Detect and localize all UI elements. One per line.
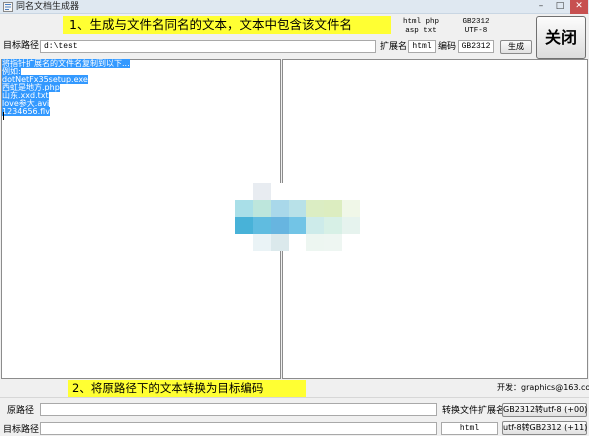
extension-hint-line1: html php xyxy=(402,18,439,26)
encoding-input[interactable]: GB2312 xyxy=(458,40,494,53)
mosaic-cell xyxy=(324,183,343,200)
instruction-banner-1: 1、生成与文件名同名的文本，文本中包含该文件名 xyxy=(63,16,391,34)
mosaic-cell xyxy=(306,234,325,251)
text-caret xyxy=(3,112,4,120)
mosaic-cell xyxy=(324,217,343,234)
mosaic-cell xyxy=(235,234,253,251)
instruction-banner-2: 2、将原路径下的文本转换为目标编码 xyxy=(68,380,306,397)
mosaic-cell xyxy=(252,200,271,217)
mosaic-cell xyxy=(288,200,307,217)
encoding-hint: GB2312 UTF-8 xyxy=(456,18,496,36)
mosaic-cell xyxy=(235,183,253,200)
utf8-to-gb2312-button[interactable]: utf-8转GB2312 (+11) xyxy=(502,421,587,435)
mosaic-cell xyxy=(342,234,360,251)
list-item: 1234656.flv xyxy=(2,107,50,116)
window-title: 同名文档生成器 xyxy=(16,2,80,12)
mosaic-cell xyxy=(288,183,307,200)
blurred-image xyxy=(235,183,360,251)
extension-label: 扩展名 xyxy=(380,42,408,52)
source-path-input[interactable] xyxy=(40,403,437,416)
mosaic-cell xyxy=(252,234,271,251)
encoding-hint-line1: GB2312 xyxy=(462,18,490,26)
window-close-button[interactable]: ✕ xyxy=(570,0,588,14)
mosaic-cell xyxy=(288,234,307,251)
filename-list-content: 将指针扩展名的文件名复制到以下... 例如: dotNetFx35setup.e… xyxy=(2,59,130,116)
extension-hint-line2: asp txt xyxy=(405,27,437,35)
mosaic-cell xyxy=(252,183,271,200)
mosaic-cell xyxy=(306,217,325,234)
mosaic-cell xyxy=(342,200,360,217)
app-icon xyxy=(3,2,13,12)
maximize-button[interactable]: □ xyxy=(551,0,569,14)
target-path-input-bottom[interactable] xyxy=(40,422,437,435)
mosaic-cell xyxy=(306,200,325,217)
mosaic-cell xyxy=(270,183,289,200)
mosaic-cell xyxy=(306,183,325,200)
convert-extension-label: 转换文件扩展名 xyxy=(442,406,506,416)
target-path-input[interactable]: d:\test xyxy=(40,40,376,53)
extension-hint: html php asp txt xyxy=(401,18,441,36)
mosaic-cell xyxy=(342,183,360,200)
mosaic-cell xyxy=(324,200,343,217)
convert-extension-input[interactable]: html xyxy=(441,422,498,435)
generate-button[interactable]: 生成 xyxy=(500,40,532,54)
mosaic-cell xyxy=(342,217,360,234)
target-path-label: 目标路径 xyxy=(3,41,40,51)
mosaic-cell xyxy=(235,217,253,234)
extension-input[interactable]: html xyxy=(408,40,436,53)
title-bar xyxy=(0,0,589,14)
mosaic-cell xyxy=(235,200,253,217)
encoding-label: 编码 xyxy=(438,42,457,52)
encoding-hint-line2: UTF-8 xyxy=(464,27,488,35)
mosaic-cell xyxy=(270,234,289,251)
list-item: 将指针扩展名的文件名复制到以下... xyxy=(2,59,130,68)
divider xyxy=(0,397,589,398)
mosaic-cell xyxy=(288,217,307,234)
mosaic-cell xyxy=(324,234,343,251)
gb2312-to-utf8-button[interactable]: GB2312转utf-8 (+00) xyxy=(502,403,587,417)
minimize-button[interactable]: – xyxy=(532,0,550,14)
target-path-label-bottom: 目标路径 xyxy=(3,425,40,435)
mosaic-cell xyxy=(252,217,271,234)
developer-credit: 开发：graphics@163.com xyxy=(497,383,589,392)
close-button[interactable]: 关闭 xyxy=(536,16,586,59)
mosaic-cell xyxy=(270,217,289,234)
source-path-label: 原路径 xyxy=(7,406,35,416)
mosaic-cell xyxy=(270,200,289,217)
